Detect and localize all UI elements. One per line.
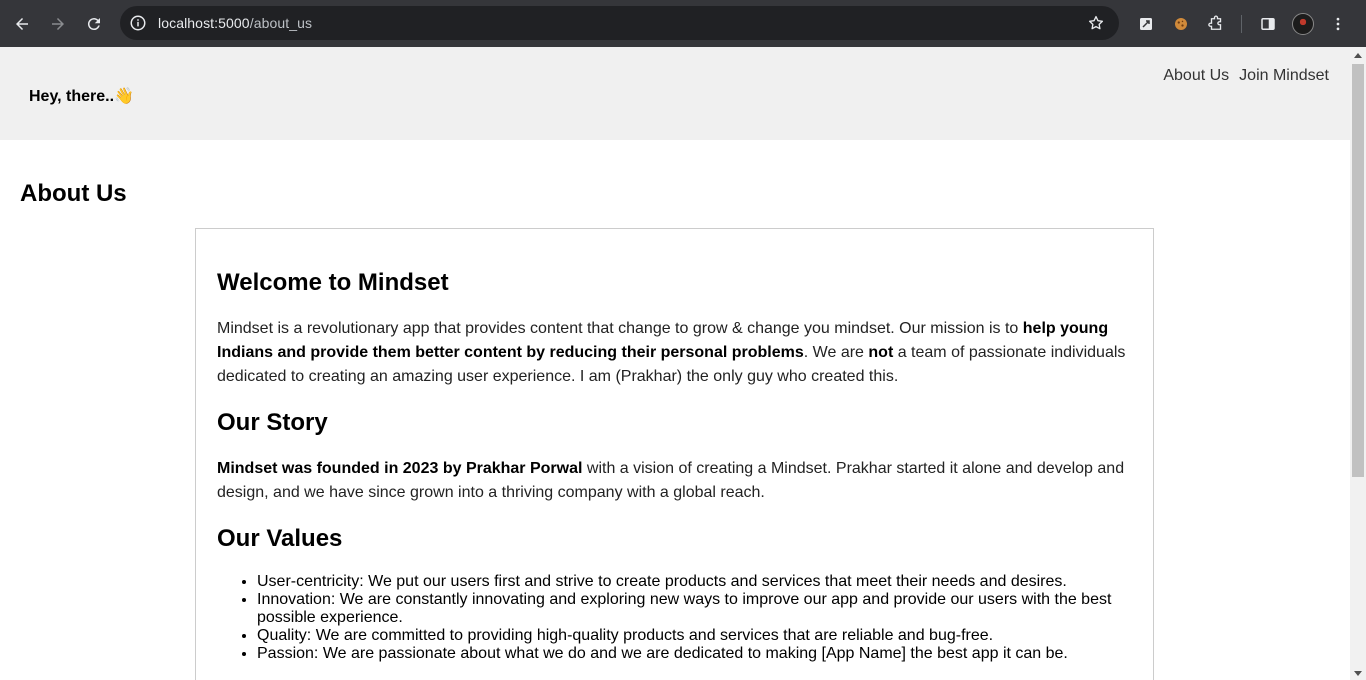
url-path: /about_us: [249, 15, 313, 31]
story-bold-1: Mindset was founded in 2023 by Prakhar P…: [217, 460, 583, 477]
nav-link-about-us[interactable]: About Us: [1163, 67, 1229, 85]
profile-button[interactable]: [1287, 8, 1319, 40]
list-item: Innovation: We are constantly innovating…: [257, 591, 1135, 627]
puzzle-extensions-icon: [1208, 15, 1222, 30]
site-nav: About Us Join Mindset: [1163, 67, 1329, 85]
toolbar-actions: [1130, 0, 1357, 47]
values-list: User-centricity: We put our users first …: [257, 573, 1135, 663]
reload-button[interactable]: [76, 6, 112, 42]
cookie-extension-button[interactable]: [1165, 8, 1197, 40]
welcome-heading: Welcome to Mindset: [217, 269, 449, 296]
mission-text-2: . We are: [803, 344, 869, 361]
extensions-menu-button[interactable]: [1200, 8, 1232, 40]
story-heading: Our Story: [217, 409, 328, 436]
about-card: Welcome to Mindset Mindset is a revoluti…: [195, 228, 1154, 680]
page-title: About Us: [20, 180, 127, 207]
list-item: Passion: We are passionate about what we…: [257, 645, 1135, 663]
url-host: localhost:5000: [158, 15, 250, 31]
scrollbar-thumb[interactable]: [1352, 64, 1364, 477]
scroll-down-arrow-icon[interactable]: [1354, 671, 1362, 676]
site-header: Hey, there..👋 About Us Join Mindset: [0, 47, 1350, 140]
scroll-up-arrow-icon[interactable]: [1354, 53, 1362, 58]
page-scrollbar[interactable]: [1350, 47, 1366, 680]
site-info-icon[interactable]: [129, 14, 147, 32]
mission-text-1: Mindset is a revolutionary app that prov…: [217, 320, 1023, 337]
browser-toolbar: localhost:5000/about_us: [0, 0, 1366, 47]
greeting-text: Hey, there..👋: [29, 88, 134, 105]
page-viewport: Hey, there..👋 About Us Join Mindset Abou…: [0, 47, 1350, 680]
extension-icon: [1140, 17, 1152, 30]
nav-link-join-mindset[interactable]: Join Mindset: [1239, 67, 1329, 85]
side-panel-icon: [1261, 17, 1275, 30]
profile-avatar: [1292, 12, 1314, 35]
address-bar[interactable]: localhost:5000/about_us: [120, 6, 1119, 40]
story-paragraph: Mindset was founded in 2023 by Prakhar P…: [217, 457, 1135, 505]
bookmark-star-icon[interactable]: [1087, 14, 1105, 32]
list-item: Quality: We are committed to providing h…: [257, 627, 1135, 645]
forward-arrow-icon: [52, 17, 64, 30]
list-item: User-centricity: We put our users first …: [257, 573, 1135, 591]
values-heading: Our Values: [217, 525, 343, 552]
more-menu-icon: [1336, 17, 1340, 30]
more-menu-button[interactable]: [1322, 8, 1354, 40]
toolbar-divider: [1241, 14, 1242, 33]
url-text[interactable]: localhost:5000/about_us: [158, 15, 312, 31]
side-panel-button[interactable]: [1252, 8, 1284, 40]
back-arrow-icon: [16, 17, 28, 30]
mission-bold-2: not: [868, 344, 894, 361]
forward-button[interactable]: [40, 6, 76, 42]
mission-paragraph: Mindset is a revolutionary app that prov…: [217, 317, 1135, 389]
reload-icon: [87, 17, 100, 30]
cookie-icon: [1175, 17, 1187, 30]
back-button[interactable]: [4, 6, 40, 42]
extension-button[interactable]: [1130, 8, 1162, 40]
